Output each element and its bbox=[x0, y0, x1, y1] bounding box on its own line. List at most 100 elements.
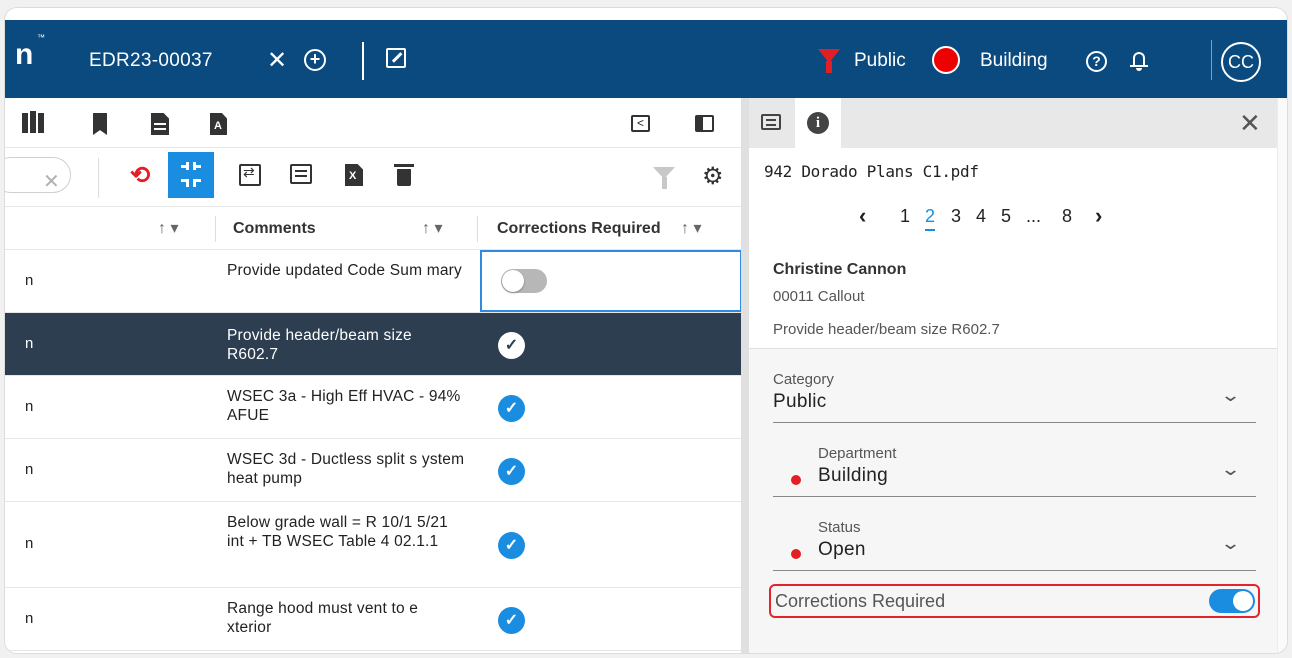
category-filter-label[interactable]: Public bbox=[854, 50, 906, 72]
panel-icon[interactable] bbox=[695, 115, 714, 132]
comment-author: Christine Cannon bbox=[773, 261, 907, 278]
corrections-cell-editing[interactable] bbox=[480, 250, 742, 312]
department-filter-label[interactable]: Building bbox=[980, 50, 1048, 72]
collapse-left-icon[interactable]: < bbox=[631, 115, 650, 132]
tab-info[interactable]: i bbox=[795, 98, 841, 148]
user-separator bbox=[1211, 40, 1212, 80]
app-logo: n bbox=[15, 38, 34, 71]
corrections-required-row: Corrections Required bbox=[769, 584, 1260, 618]
comments-table: ↑ ▾ Comments ↑ ▾ Corrections Required ↑ … bbox=[5, 208, 742, 651]
page-link[interactable]: 5 bbox=[1001, 206, 1011, 227]
top-bar: n ™ EDR23-00037 ✕ + Public Building ? CC bbox=[5, 20, 1287, 98]
check-circle-icon[interactable]: ✓ bbox=[498, 395, 525, 422]
comments-toolbar: ✕ ⟲ ⚙ bbox=[5, 149, 741, 207]
funnel-icon[interactable] bbox=[653, 167, 675, 189]
pane-resize-handle[interactable] bbox=[741, 98, 749, 653]
row-name: n bbox=[25, 610, 34, 627]
record-tab-title[interactable]: EDR23-00037 bbox=[89, 50, 213, 72]
department-select[interactable]: Department Building ⌄ bbox=[773, 445, 1256, 497]
table-row[interactable]: n Range hood must vent to e xterior ✓ bbox=[5, 588, 741, 651]
compress-icon[interactable] bbox=[168, 152, 214, 198]
tagged-document-icon[interactable] bbox=[210, 113, 227, 135]
document-icon[interactable] bbox=[151, 113, 169, 135]
corrections-toggle[interactable] bbox=[501, 269, 547, 293]
table-row[interactable]: n Provide updated Code Sum mary bbox=[5, 250, 742, 313]
comments-pane: < ✕ ⟲ ⚙ bbox=[5, 98, 742, 653]
category-value: Public bbox=[773, 391, 827, 412]
row-comment: Provide updated Code Sum mary bbox=[227, 262, 462, 279]
table-row[interactable]: n Provide header/beam size R602.7 ✓ bbox=[5, 313, 741, 376]
category-label: Category bbox=[773, 371, 834, 388]
bell-icon[interactable] bbox=[1130, 50, 1148, 72]
bookmark-icon[interactable] bbox=[93, 113, 107, 135]
row-name: n bbox=[25, 272, 34, 289]
scrollbar[interactable] bbox=[1277, 98, 1287, 653]
gear-icon[interactable]: ⚙ bbox=[702, 162, 724, 191]
status-select[interactable]: Status Open ⌄ bbox=[773, 519, 1256, 571]
table-row[interactable]: n WSEC 3a - High Eff HVAC - 94% AFUE ✓ bbox=[5, 376, 741, 439]
required-dot bbox=[791, 475, 801, 485]
chevron-down-icon: ⌄ bbox=[1219, 385, 1242, 405]
column-header-comments[interactable]: Comments bbox=[233, 208, 316, 250]
chat-icon bbox=[761, 114, 781, 130]
row-name: n bbox=[25, 461, 34, 478]
row-name: n bbox=[25, 335, 34, 352]
check-circle-icon[interactable]: ✓ bbox=[498, 458, 525, 485]
clear-search-icon[interactable]: ✕ bbox=[43, 169, 60, 194]
file-name: 942 Dorado Plans C1.pdf bbox=[764, 162, 979, 181]
sync-icon[interactable]: ⟲ bbox=[130, 161, 150, 190]
swap-icon[interactable] bbox=[239, 164, 261, 186]
status-label: Status bbox=[818, 519, 861, 536]
excel-icon[interactable] bbox=[345, 164, 363, 186]
check-circle-icon[interactable]: ✓ bbox=[498, 332, 525, 359]
row-comment: Provide header/beam size R602.7 bbox=[227, 327, 412, 363]
close-panel-icon[interactable]: ✕ bbox=[1239, 108, 1261, 139]
category-select[interactable]: Category Public ⌄ bbox=[773, 371, 1256, 423]
chevron-down-icon: ⌄ bbox=[1219, 459, 1242, 479]
tab-separator bbox=[362, 42, 364, 80]
callout-text: Provide header/beam size R602.7 bbox=[773, 321, 1000, 338]
page-link[interactable]: 8 bbox=[1062, 206, 1072, 227]
next-page-icon[interactable]: › bbox=[1095, 203, 1102, 229]
sort-filter-icon[interactable]: ↑ ▾ bbox=[422, 208, 442, 250]
table-row[interactable]: n WSEC 3d - Ductless split s ystem heat … bbox=[5, 439, 741, 502]
page-link[interactable]: 1 bbox=[900, 206, 910, 227]
trash-icon[interactable] bbox=[394, 164, 414, 186]
check-circle-icon[interactable]: ✓ bbox=[498, 532, 525, 559]
row-comment: WSEC 3d - Ductless split s ystem heat pu… bbox=[227, 451, 465, 487]
trademark-mark: ™ bbox=[37, 33, 45, 42]
tab-discussion[interactable] bbox=[749, 98, 795, 148]
help-icon[interactable]: ? bbox=[1086, 51, 1107, 72]
close-icon[interactable]: ✕ bbox=[267, 46, 287, 75]
department-color-dot[interactable] bbox=[932, 46, 960, 74]
avatar[interactable]: CC bbox=[1221, 42, 1261, 82]
sort-filter-icon[interactable]: ↑ ▾ bbox=[681, 208, 701, 250]
corrections-required-toggle[interactable] bbox=[1209, 589, 1255, 613]
popout-icon[interactable] bbox=[386, 48, 406, 68]
corrections-required-label: Corrections Required bbox=[775, 591, 946, 611]
prev-page-icon[interactable]: ‹ bbox=[859, 203, 866, 229]
add-circle-icon[interactable]: + bbox=[304, 49, 326, 71]
view-icon-bar: < bbox=[5, 98, 741, 148]
page-link[interactable]: 4 bbox=[976, 206, 986, 227]
table-row[interactable]: n Below grade wall = R 10/1 5/21 int + T… bbox=[5, 502, 741, 588]
search-input[interactable] bbox=[5, 157, 71, 193]
filter-icon[interactable] bbox=[818, 49, 840, 73]
sort-filter-icon[interactable]: ↑ ▾ bbox=[158, 208, 178, 250]
required-dot bbox=[791, 549, 801, 559]
column-header-corrections-required[interactable]: Corrections Required bbox=[497, 208, 661, 250]
page-link-current[interactable]: 2 bbox=[925, 206, 936, 231]
detail-tab-bar: i ✕ bbox=[749, 98, 1277, 148]
column-separator bbox=[215, 216, 216, 242]
column-separator bbox=[477, 216, 478, 242]
row-name: n bbox=[25, 535, 34, 552]
department-label: Department bbox=[818, 445, 897, 462]
row-comment: Below grade wall = R 10/1 5/21 int + TB … bbox=[227, 514, 448, 550]
page-link[interactable]: 3 bbox=[951, 206, 961, 227]
map-icon[interactable] bbox=[22, 111, 44, 133]
toolbar-separator bbox=[98, 158, 99, 198]
comment-icon[interactable] bbox=[290, 164, 312, 184]
row-comment: Range hood must vent to e xterior bbox=[227, 600, 419, 636]
row-name: n bbox=[25, 398, 34, 415]
check-circle-icon[interactable]: ✓ bbox=[498, 607, 525, 634]
